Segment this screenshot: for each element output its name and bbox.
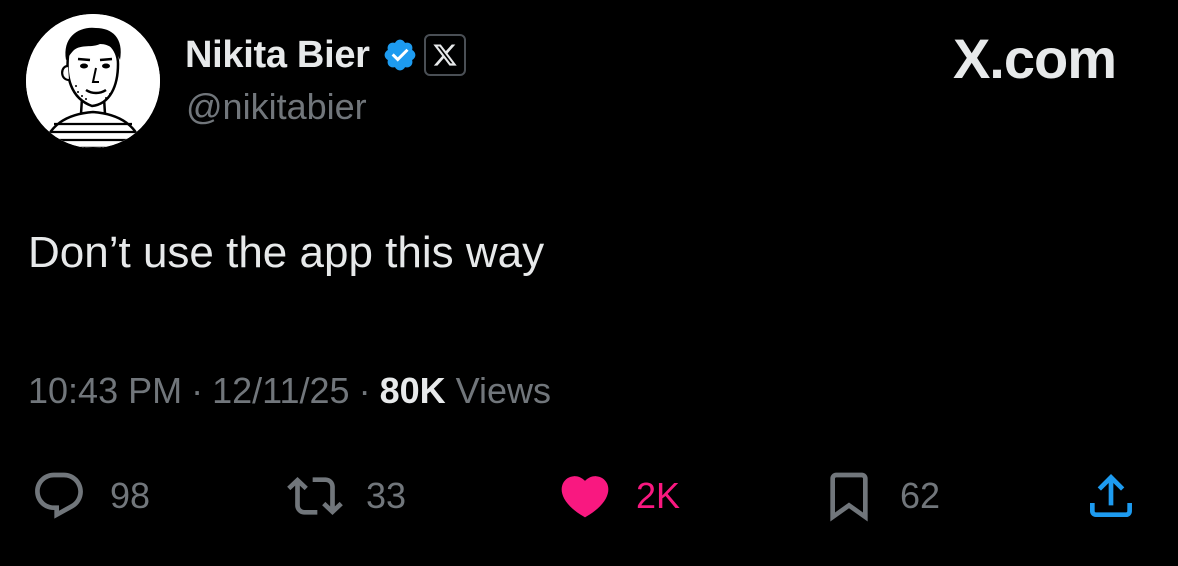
reply-icon bbox=[35, 472, 83, 519]
bookmark-count: 62 bbox=[900, 475, 941, 516]
author-name-row: Nikita Bier bbox=[185, 30, 466, 80]
like-count: 2K bbox=[636, 475, 681, 516]
bookmark-button[interactable]: 62 bbox=[818, 466, 940, 526]
reply-count: 98 bbox=[110, 475, 151, 516]
repost-button[interactable]: 33 bbox=[284, 466, 406, 526]
verified-badge-icon[interactable] bbox=[382, 37, 418, 73]
share-button[interactable] bbox=[1080, 466, 1142, 526]
views-count: 80K bbox=[379, 370, 446, 411]
action-bar: 98 33 2K 62 bbox=[0, 466, 1178, 526]
author-handle[interactable]: @nikitabier bbox=[186, 86, 367, 128]
repost-icon bbox=[287, 477, 343, 515]
repost-count: 33 bbox=[366, 475, 407, 516]
meta-separator: · bbox=[191, 370, 204, 411]
brand-logo: X.com bbox=[952, 27, 1117, 90]
heart-icon bbox=[561, 476, 609, 518]
tweet-date[interactable]: 12/11/25 bbox=[212, 370, 349, 411]
views-label: Views bbox=[455, 370, 552, 411]
meta-separator: · bbox=[358, 370, 371, 411]
author-display-name[interactable]: Nikita Bier bbox=[185, 34, 370, 77]
tweet-meta: 10:43 PM · 12/11/25 · 80K Views bbox=[28, 370, 551, 412]
bookmark-icon bbox=[830, 472, 868, 522]
tweet-text: Don’t use the app this way bbox=[28, 228, 545, 277]
avatar[interactable] bbox=[26, 14, 160, 148]
x-logo-icon[interactable] bbox=[423, 34, 466, 76]
tweet-time[interactable]: 10:43 PM bbox=[28, 370, 182, 411]
share-icon bbox=[1090, 474, 1132, 517]
reply-button[interactable]: 98 bbox=[28, 466, 150, 526]
like-button[interactable]: 2K bbox=[554, 466, 680, 526]
